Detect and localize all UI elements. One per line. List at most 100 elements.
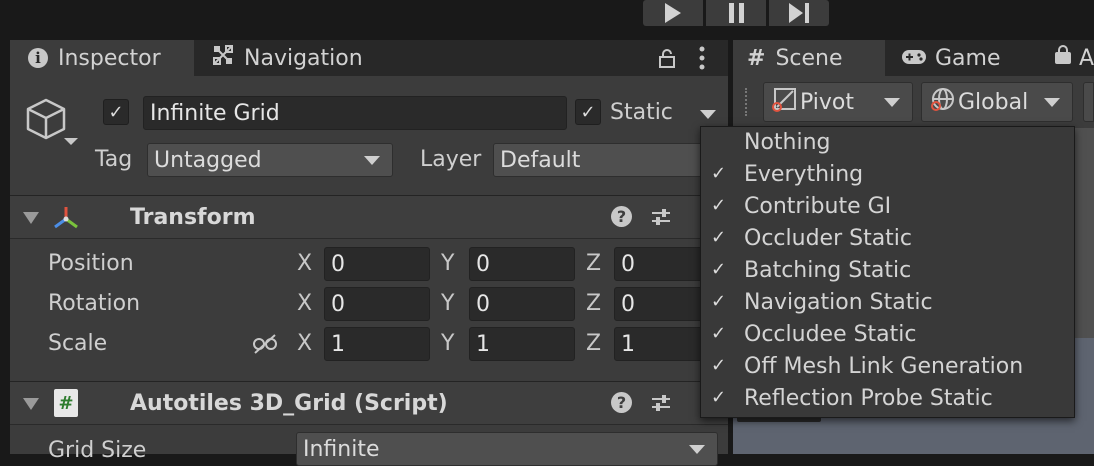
axis-x-label[interactable]: X <box>297 331 312 356</box>
tab-navigation-label: Navigation <box>244 45 363 71</box>
axis-y-label[interactable]: Y <box>441 291 454 316</box>
tag-dropdown[interactable]: Untagged <box>147 143 393 177</box>
menu-item-label: Reflection Probe Static <box>744 386 993 411</box>
checkmark-icon: ✓ <box>711 355 727 376</box>
axis-z-label[interactable]: Z <box>586 331 601 356</box>
gameobject-name-field[interactable]: Infinite Grid <box>143 96 567 130</box>
tag-value: Untagged <box>154 147 262 173</box>
step-icon <box>789 3 809 23</box>
grid-size-dropdown[interactable]: Infinite <box>296 432 718 466</box>
transform-title: Transform <box>130 205 256 230</box>
help-icon[interactable]: ? <box>611 206 632 227</box>
axis-x-label[interactable]: X <box>297 251 312 276</box>
play-button[interactable] <box>643 0 703 26</box>
chevron-down-icon <box>884 98 900 107</box>
checkmark-icon: ✓ <box>711 259 727 280</box>
axis-y-label[interactable]: Y <box>441 251 454 276</box>
checkmark-icon: ✓ <box>711 163 727 184</box>
menu-item-label: Navigation Static <box>744 290 933 315</box>
menu-item-label: Off Mesh Link Generation <box>744 354 1024 379</box>
inspector-tabbar: i Inspector Navigation <box>10 40 728 76</box>
scale-y-value: 1 <box>476 331 490 357</box>
position-y-field[interactable]: 0 <box>469 247 575 281</box>
pivot-dropdown[interactable]: Pivot <box>763 82 913 122</box>
constrain-proportions-icon[interactable] <box>252 333 278 359</box>
position-z-value: 0 <box>621 251 635 277</box>
scale-x-field[interactable]: 1 <box>324 327 430 361</box>
menu-item-occludee-static[interactable]: ✓ Occludee Static <box>701 320 1074 352</box>
gameobject-cube-icon[interactable] <box>22 96 80 156</box>
play-icon <box>665 3 681 23</box>
chevron-down-icon <box>1044 98 1060 107</box>
settings-sliders-icon[interactable] <box>650 392 672 418</box>
scale-y-field[interactable]: 1 <box>469 327 575 361</box>
pause-button[interactable] <box>706 0 766 26</box>
tab-navigation[interactable]: Navigation <box>212 40 392 76</box>
position-x-value: 0 <box>331 251 345 277</box>
settings-sliders-icon[interactable] <box>650 206 672 232</box>
tab-scene-label: Scene <box>775 45 843 71</box>
rotation-x-value: 0 <box>331 291 345 317</box>
chevron-down-icon <box>689 445 705 454</box>
menu-item-label: Contribute GI <box>744 194 892 219</box>
tab-scene[interactable]: # Scene <box>733 40 885 76</box>
grid-size-value: Infinite <box>303 436 380 462</box>
toolbar-grip[interactable] <box>745 88 748 116</box>
menu-item-contribute-gi[interactable]: ✓ Contribute GI <box>701 192 1074 224</box>
layer-value: Default <box>500 147 581 173</box>
menu-item-navigation-static[interactable]: ✓ Navigation Static <box>701 288 1074 320</box>
axis-z-label[interactable]: Z <box>586 251 601 276</box>
step-button[interactable] <box>769 0 829 26</box>
foldout-arrow-icon[interactable] <box>23 212 39 224</box>
position-y-value: 0 <box>476 251 490 277</box>
menu-item-batching-static[interactable]: ✓ Batching Static <box>701 256 1074 288</box>
foldout-arrow-icon[interactable] <box>23 398 39 410</box>
rotation-y-field[interactable]: 0 <box>469 287 575 321</box>
tab-game[interactable]: Game <box>901 40 1051 76</box>
scale-x-value: 1 <box>331 331 345 357</box>
static-flags-menu: Nothing ✓ Everything ✓ Contribute GI ✓ O… <box>700 126 1075 418</box>
menu-item-nothing[interactable]: Nothing <box>701 128 1074 160</box>
axis-y-label[interactable]: Y <box>441 331 454 356</box>
transform-icon <box>52 205 80 235</box>
toolbar-overflow-button[interactable] <box>1083 82 1094 122</box>
axis-z-label[interactable]: Z <box>586 291 601 316</box>
main-toolbar <box>0 0 1094 36</box>
checkmark-icon: ✓ <box>711 227 727 248</box>
checkmark-icon: ✓ <box>711 323 727 344</box>
scale-z-value: 1 <box>621 331 635 357</box>
chevron-down-icon <box>364 156 380 165</box>
menu-item-occluder-static[interactable]: ✓ Occluder Static <box>701 224 1074 256</box>
rotation-x-field[interactable]: 0 <box>324 287 430 321</box>
menu-item-label: Occluder Static <box>744 226 913 251</box>
menu-item-label: Batching Static <box>744 258 912 283</box>
menu-item-everything[interactable]: ✓ Everything <box>701 160 1074 192</box>
tab-inspector-label: Inspector <box>58 45 161 71</box>
position-x-field[interactable]: 0 <box>324 247 430 281</box>
global-dropdown[interactable]: Global <box>921 82 1073 122</box>
info-icon: i <box>28 48 48 68</box>
scene-toolbar: Pivot Global <box>733 76 1094 128</box>
static-dropdown-button[interactable] <box>692 100 722 126</box>
position-label: Position <box>48 251 134 276</box>
gameobject-name: Infinite Grid <box>150 100 280 126</box>
axis-x-label[interactable]: X <box>297 291 312 316</box>
grid-size-label: Grid Size <box>48 438 147 463</box>
tag-label: Tag <box>95 147 133 172</box>
layer-dropdown[interactable]: Default <box>493 143 719 177</box>
tab-inspector[interactable]: i Inspector <box>10 40 194 76</box>
lock-icon[interactable] <box>658 48 676 72</box>
menu-item-off-mesh-link-generation[interactable]: ✓ Off Mesh Link Generation <box>701 352 1074 384</box>
script-component-header[interactable]: # Autotiles 3D_Grid (Script) ? <box>10 381 728 425</box>
menu-item-reflection-probe-static[interactable]: ✓ Reflection Probe Static <box>701 384 1074 416</box>
static-checkbox[interactable]: ✓ <box>575 99 601 125</box>
rotation-z-value: 0 <box>621 291 635 317</box>
kebab-menu-icon[interactable] <box>699 46 705 74</box>
menu-item-label: Nothing <box>744 130 831 155</box>
active-checkbox[interactable]: ✓ <box>103 99 129 125</box>
pivot-icon <box>772 86 798 118</box>
menu-item-label: Everything <box>744 162 864 187</box>
transform-header[interactable]: Transform ? <box>10 195 728 239</box>
help-icon[interactable]: ? <box>611 392 632 413</box>
tab-asset-store[interactable]: A <box>1053 40 1094 76</box>
